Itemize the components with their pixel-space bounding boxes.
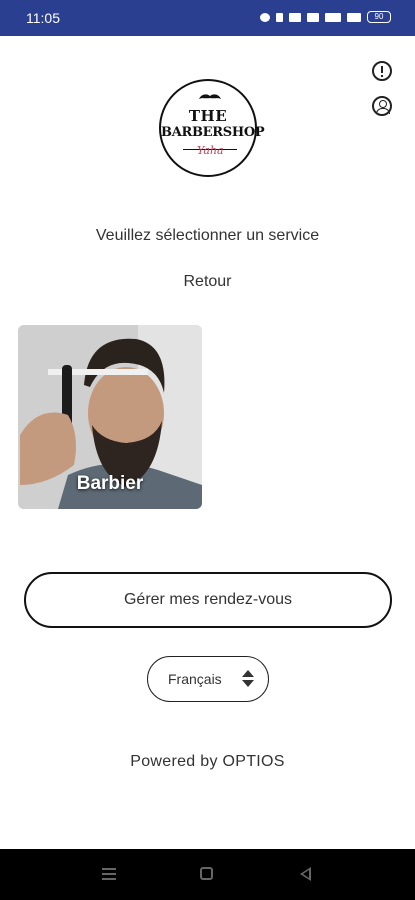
language-selected: Français (168, 671, 222, 687)
data-speed-icon (289, 12, 301, 22)
back-icon[interactable] (300, 867, 311, 881)
updown-icon (242, 669, 254, 689)
logo-line2: BARBERSHOP (161, 125, 265, 140)
status-bar: 11:05 90 (0, 0, 415, 36)
logo-script: Yaha (197, 144, 224, 157)
logo-line1: THE (188, 107, 228, 125)
main-content: THE BARBERSHOP Yaha Veuillez sélectionne… (0, 36, 415, 849)
instruction-text: Veuillez sélectionner un service (95, 227, 320, 244)
status-icons: 90 (260, 11, 391, 23)
system-nav-bar (0, 849, 415, 900)
powered-by-footer: Powered by OPTIOS (130, 753, 285, 770)
service-label: Barbier (76, 473, 144, 494)
service-card-barbier[interactable]: Barbier (18, 325, 202, 509)
info-icon[interactable] (372, 61, 392, 81)
recent-apps-icon[interactable] (102, 868, 116, 880)
home-icon[interactable] (200, 867, 213, 880)
mustache-icon (198, 90, 222, 106)
signal-strength-icon (347, 12, 361, 22)
bluetooth-icon (276, 12, 283, 22)
alarm-icon (260, 12, 270, 22)
account-icon[interactable] (372, 96, 392, 116)
battery-icon: 90 (367, 11, 391, 23)
status-time: 11:05 (26, 10, 60, 26)
signal-icon (325, 12, 341, 22)
network-icon (307, 12, 319, 22)
language-select[interactable]: Français (147, 656, 269, 702)
manage-appointments-button[interactable]: Gérer mes rendez-vous (24, 572, 392, 628)
back-link[interactable]: Retour (0, 273, 415, 291)
barbershop-logo: THE BARBERSHOP Yaha (159, 79, 265, 177)
